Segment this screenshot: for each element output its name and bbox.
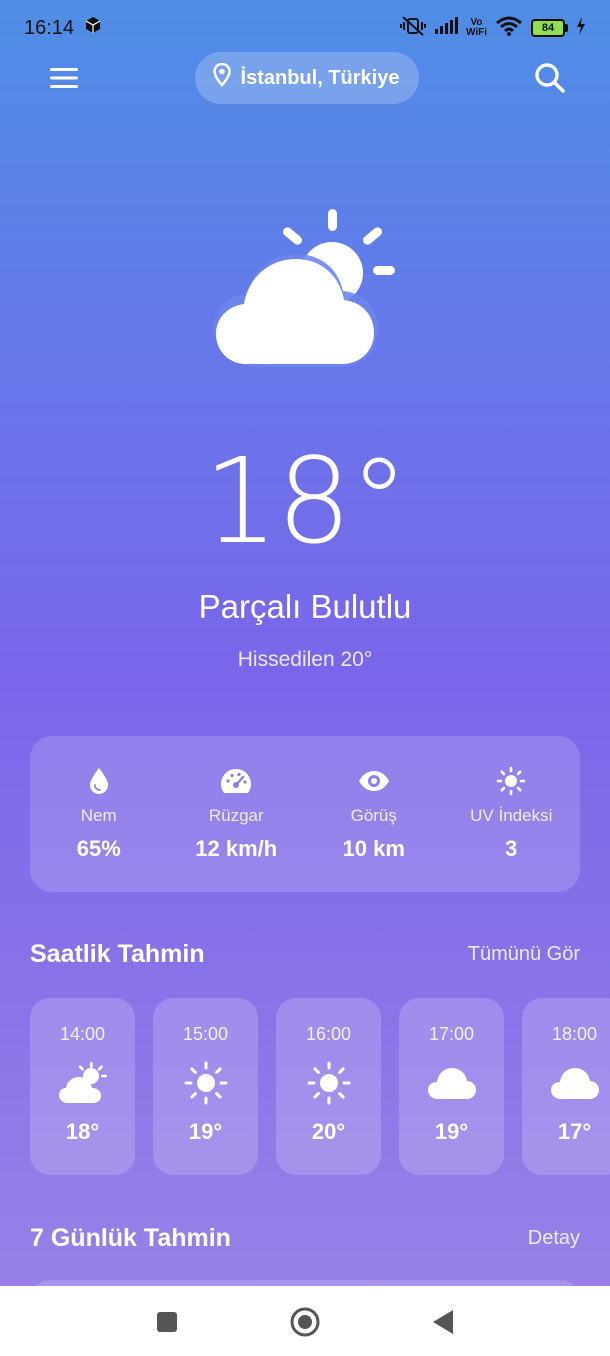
hourly-card[interactable]: 14:00 18° [30,998,135,1175]
location-pin-icon [212,62,231,93]
stat-value: 12 km/h [195,836,278,861]
app-notification-icon [84,16,102,40]
stat-value: 3 [505,836,518,861]
wind-gauge-icon [220,766,252,796]
charging-icon [576,16,586,40]
current-condition: Parçalı Bulutlu [198,588,412,625]
recents-square-icon[interactable] [151,1306,183,1338]
hourly-forecast-list[interactable]: 14:00 18° 15:00 19° 16:00 20° 17:00 19° … [30,998,610,1178]
stat-label: Nem [80,806,117,825]
hourly-title: Saatlik Tahmin [30,940,205,968]
signal-icon [434,16,458,40]
top-bar: İstanbul, Türkiye [0,50,610,106]
location-label: İstanbul, Türkiye [240,66,400,89]
hourly-header: Saatlik Tahmin Tümünü Gör [30,940,580,969]
current-temperature: 18° [203,432,408,570]
weather-screen: 16:14 Vo WiFi 84 İstanbul, Türkiye 18° P… [0,0,610,1356]
humidity-drop-icon [88,766,110,796]
hourly-card[interactable]: 15:00 19° [153,998,258,1175]
hourly-card[interactable]: 18:00 17° [522,998,610,1175]
stat-wind: Rüzgar 12 km/h [176,766,296,862]
see-all-link[interactable]: Tümünü Gör [468,943,580,966]
stat-humidity: Nem 65% [39,766,159,862]
partly-cloudy-icon [58,1059,108,1107]
home-circle-icon[interactable] [289,1306,321,1338]
stat-label: UV İndeksi [470,806,553,825]
battery-tip [565,24,568,32]
hourly-card[interactable]: 17:00 19° [399,998,504,1175]
hour-temp: 19° [434,1119,469,1144]
search-icon[interactable] [530,58,570,98]
daily-title: 7 Günlük Tahmin [30,1224,231,1252]
hour-time: 17:00 [428,1024,475,1044]
wifi-label: WiFi [465,27,487,38]
sun-icon [307,1059,351,1107]
hour-time: 15:00 [182,1024,229,1044]
cloud-icon [427,1059,477,1107]
cloud-icon [550,1059,600,1107]
status-bar: 16:14 Vo WiFi 84 [0,0,610,56]
wifi-icon [495,16,523,41]
vowifi-indicator: Vo WiFi [466,18,487,38]
weather-stats-card: Nem 65% Rüzgar 12 km/h Görüş 10 km UV İn… [30,736,580,892]
mute-vibrate-icon [399,15,426,42]
hour-time: 14:00 [59,1024,106,1044]
stat-value: 10 km [342,836,405,861]
stat-label: Görüş [350,806,397,825]
stat-label: Rüzgar [208,806,264,825]
status-time: 16:14 [24,16,75,39]
location-selector[interactable]: İstanbul, Türkiye [194,52,420,104]
hour-temp: 19° [188,1119,223,1144]
hamburger-menu-icon[interactable] [44,58,84,98]
detail-link[interactable]: Detay [528,1227,580,1250]
hour-temp: 17° [557,1119,592,1144]
eye-icon [358,766,390,796]
battery-level: 84 [531,19,565,37]
battery-indicator: 84 [531,19,568,37]
hour-temp: 20° [311,1119,346,1144]
hour-temp: 18° [65,1119,100,1144]
system-nav-bar [0,1286,610,1356]
partly-cloudy-icon [210,205,400,375]
daily-header: 7 Günlük Tahmin Detay [30,1224,580,1253]
hour-time: 16:00 [305,1024,352,1044]
feels-like: Hissedilen 20° [237,648,373,671]
hour-time: 18:00 [551,1024,598,1044]
sun-uv-icon [496,766,526,796]
sun-icon [184,1059,228,1107]
hourly-card[interactable]: 16:00 20° [276,998,381,1175]
stat-uv: UV İndeksi 3 [451,766,571,862]
stat-value: 65% [76,836,121,861]
back-triangle-icon[interactable] [427,1306,459,1338]
stat-visibility: Görüş 10 km [314,766,434,862]
